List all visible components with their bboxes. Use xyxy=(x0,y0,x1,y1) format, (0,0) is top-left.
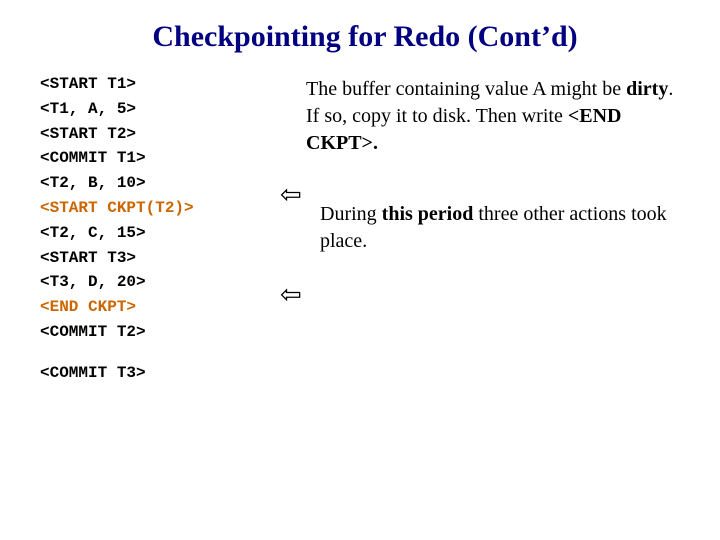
text: . xyxy=(373,132,378,154)
slide-title: Checkpointing for Redo (Cont’d) xyxy=(40,20,690,54)
log-line: <T3, D, 20> xyxy=(40,270,270,295)
explanation-column: The buffer containing value A might be d… xyxy=(280,72,690,267)
log-line: <START T3> xyxy=(40,246,270,271)
log-line: <T2, B, 10> xyxy=(40,171,270,196)
arrow-left-icon: ⇦ xyxy=(280,181,302,207)
log-spacer xyxy=(40,345,270,361)
log-column: <START T1> <T1, A, 5> <START T2> <COMMIT… xyxy=(40,72,270,386)
log-line: <COMMIT T2> xyxy=(40,320,270,345)
log-line: <START T1> xyxy=(40,72,270,97)
paragraph-2: During this period three other actions t… xyxy=(280,187,690,267)
paragraph-1: The buffer containing value A might be d… xyxy=(280,76,690,157)
log-line: <START T2> xyxy=(40,122,270,147)
log-line: <COMMIT T3> xyxy=(40,361,270,386)
text-bold: this period xyxy=(382,203,474,225)
text: During xyxy=(320,203,382,225)
log-line-ckpt-end: <END CKPT> xyxy=(40,295,270,320)
log-line: <COMMIT T1> xyxy=(40,146,270,171)
log-line-ckpt-start: <START CKPT(T2)> xyxy=(40,196,270,221)
slide: Checkpointing for Redo (Cont’d) <START T… xyxy=(0,0,720,540)
log-line: <T1, A, 5> xyxy=(40,97,270,122)
arrow-left-icon: ⇦ xyxy=(280,281,302,307)
content-columns: <START T1> <T1, A, 5> <START T2> <COMMIT… xyxy=(40,72,690,386)
text: The buffer containing value A might be xyxy=(306,78,626,100)
text-bold: dirty xyxy=(626,78,668,100)
log-line: <T2, C, 15> xyxy=(40,221,270,246)
arrow-block: ⇦ During this period three other actions… xyxy=(280,187,690,267)
